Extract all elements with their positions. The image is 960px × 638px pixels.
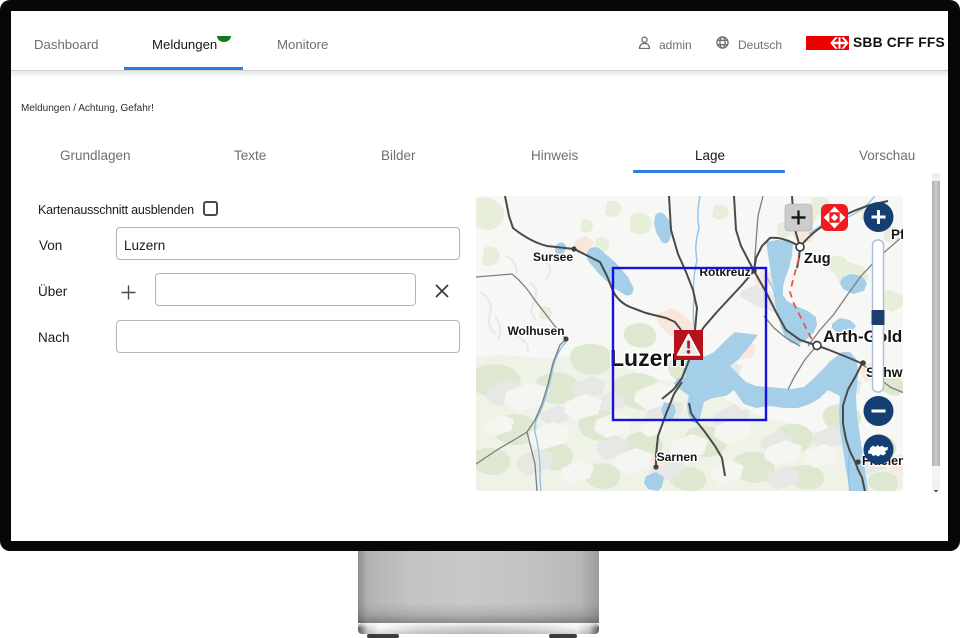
svg-text:Schwyz: Schwyz	[866, 364, 903, 380]
svg-text:Sarnen: Sarnen	[657, 450, 698, 464]
svg-text:Wolhusen: Wolhusen	[507, 324, 564, 338]
svg-text:Sursee: Sursee	[533, 250, 573, 264]
svg-text:Arth-Goldau: Arth-Goldau	[823, 327, 903, 346]
svg-text:Zug: Zug	[804, 251, 831, 267]
svg-text:Pfäffikon: Pfäffikon	[891, 227, 903, 242]
